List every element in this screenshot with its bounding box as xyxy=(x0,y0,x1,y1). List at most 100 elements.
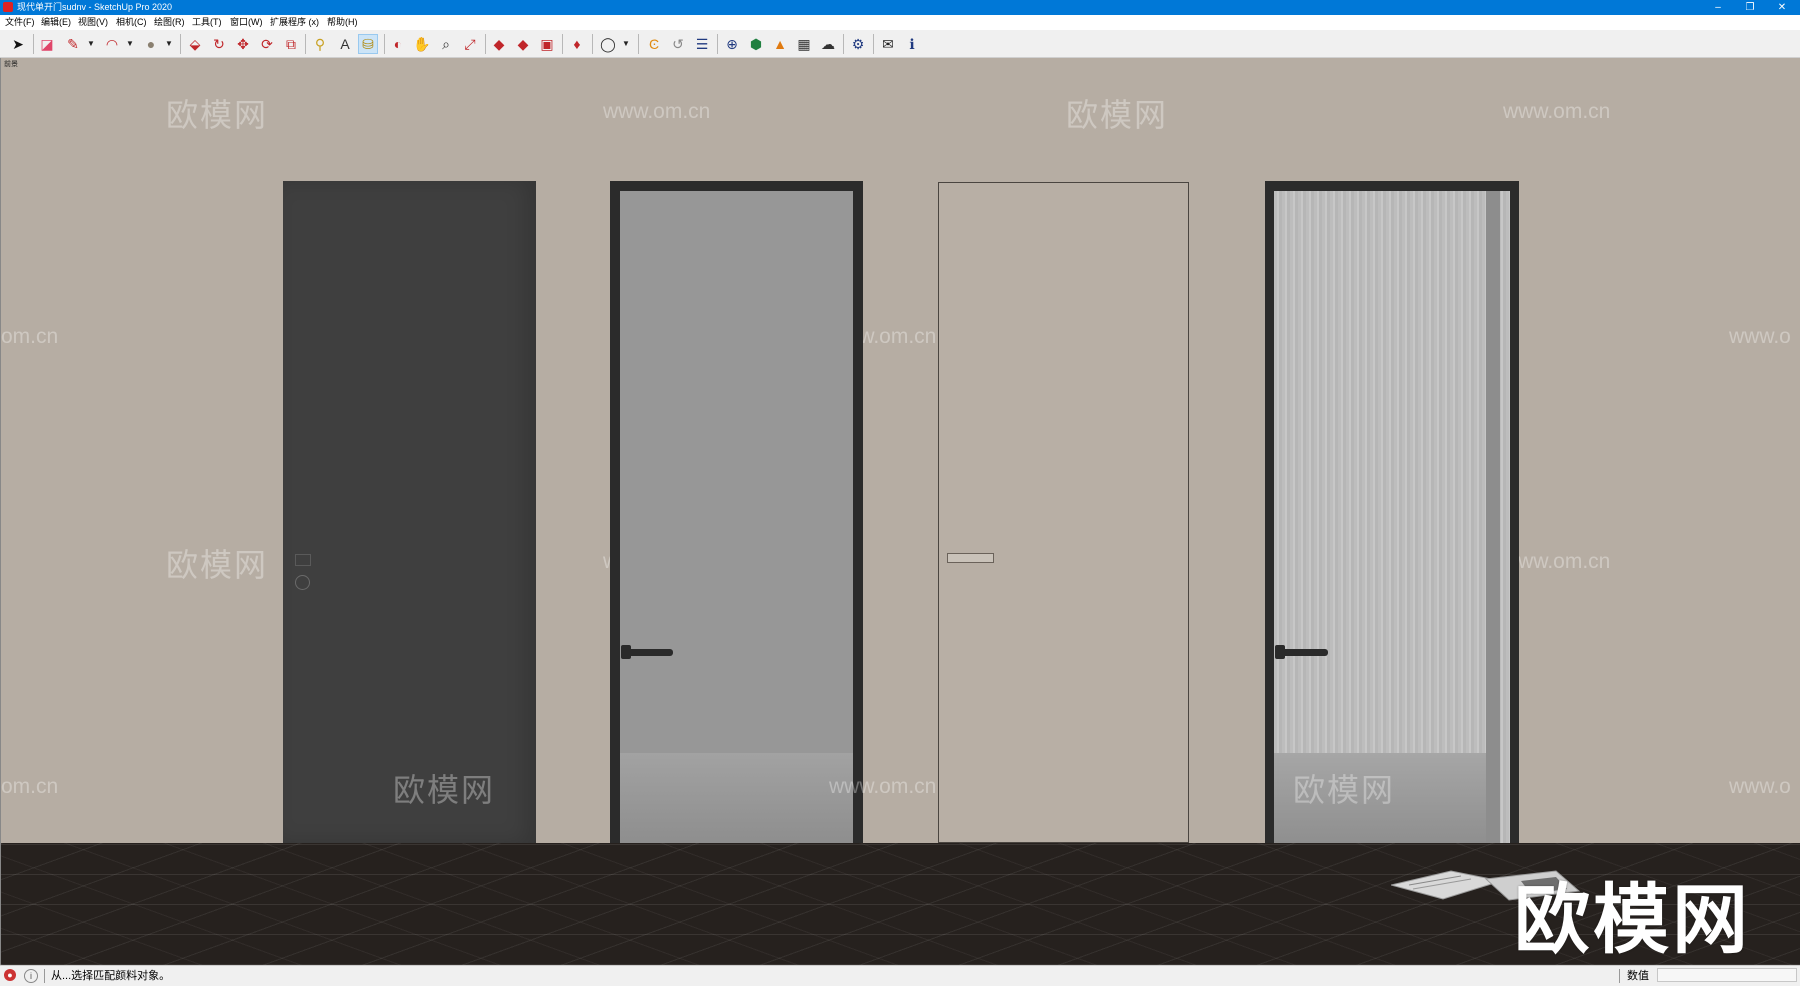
account-dropdown[interactable]: ▼ xyxy=(622,38,630,50)
door-knob xyxy=(295,575,310,590)
plugin-5-button[interactable]: ⬢ xyxy=(746,34,766,54)
plugin-6-button[interactable]: ▲ xyxy=(770,34,790,54)
door-flush-hidden[interactable] xyxy=(938,182,1189,843)
eraser-icon: ◪ xyxy=(40,36,54,52)
toolbar-separator xyxy=(384,34,385,54)
pencil-icon: ✎ xyxy=(67,36,79,52)
plugin-2-button[interactable]: ↺ xyxy=(668,34,688,54)
door-lock-plate xyxy=(947,553,994,563)
menu-file[interactable]: 文件(F) xyxy=(5,17,35,28)
toolbar-separator xyxy=(33,34,34,54)
plugin-1-button[interactable]: Ͼ xyxy=(644,34,664,54)
menu-window[interactable]: 窗口(W) xyxy=(230,17,263,28)
info-icon[interactable]: i xyxy=(24,969,38,983)
restore-button[interactable]: ❐ xyxy=(1735,0,1765,15)
zoom-extents-tool-button[interactable]: ⤢ xyxy=(460,34,480,54)
floor-reflection xyxy=(620,753,853,843)
line-tool-button[interactable]: ✎ xyxy=(63,34,83,54)
tape-measure-icon: ⚲ xyxy=(314,36,326,52)
select-tool-button[interactable]: ➤ xyxy=(8,34,28,54)
paint-bucket-tool-button[interactable]: ⛁ xyxy=(358,34,378,54)
orbit-tool-button[interactable]: ◐ xyxy=(388,34,408,54)
menu-tools[interactable]: 工具(T) xyxy=(192,17,222,28)
checker-sphere-icon: ▦ xyxy=(797,36,811,52)
plugin-11-button[interactable]: ℹ xyxy=(902,34,922,54)
circle-icon: ● xyxy=(146,36,156,52)
menu-draw[interactable]: 绘图(R) xyxy=(154,17,185,28)
warehouse-button[interactable]: ◆ xyxy=(489,34,509,54)
status-divider xyxy=(1619,969,1620,983)
plugin-4-button[interactable]: ⊕ xyxy=(722,34,742,54)
menu-help[interactable]: 帮助(H) xyxy=(327,17,358,28)
text-tool-button[interactable]: A xyxy=(335,34,355,54)
offset-icon: ↻ xyxy=(213,36,225,52)
extension-warehouse-button[interactable]: ▣ xyxy=(537,34,557,54)
watermark-url: www.o xyxy=(1729,775,1791,798)
glass-edge-shadow xyxy=(1486,191,1500,843)
watermark-url: www.om.cn xyxy=(603,100,711,123)
measurements-input[interactable] xyxy=(1657,968,1797,982)
arc-tool-dropdown[interactable]: ▼ xyxy=(126,38,134,50)
paint-bucket-icon: ⛁ xyxy=(362,36,374,52)
menu-extensions[interactable]: 扩展程序 (x) xyxy=(270,17,319,28)
layers-icon: ☰ xyxy=(695,36,709,52)
line-tool-dropdown[interactable]: ▼ xyxy=(87,38,95,50)
geo-location-icon[interactable]: ● xyxy=(4,969,16,981)
minimize-button[interactable]: – xyxy=(1703,0,1733,15)
watermark-url: www.o xyxy=(1729,325,1791,348)
menu-view[interactable]: 视图(V) xyxy=(78,17,108,28)
status-divider xyxy=(44,969,45,983)
watermark-url: www.om.cn xyxy=(829,775,937,798)
plugin-7-button[interactable]: ▦ xyxy=(794,34,814,54)
refresh-icon: ↺ xyxy=(672,36,684,52)
info-icon: ℹ xyxy=(909,36,915,52)
offset-tool-button[interactable]: ↻ xyxy=(209,34,229,54)
watermark-text: 欧模网 xyxy=(166,547,269,583)
zoom-extents-icon: ⤢ xyxy=(464,36,476,52)
plugin-8-button[interactable]: ☁ xyxy=(818,34,838,54)
envelope-icon: ✉ xyxy=(882,36,894,52)
ruby-console-button[interactable]: ♦ xyxy=(567,34,587,54)
menu-edit[interactable]: 编辑(E) xyxy=(41,17,71,28)
status-bar: ● i 从...选择匹配颜料对象。 数值 xyxy=(0,965,1800,986)
plugin-10-button[interactable]: ✉ xyxy=(878,34,898,54)
watermark-text: 欧模网 xyxy=(1066,97,1169,133)
orbit-icon: ◐ xyxy=(393,36,403,52)
arrow-pointer-icon: ➤ xyxy=(12,36,24,52)
eraser-tool-button[interactable]: ◪ xyxy=(37,34,57,54)
door-reeded-glass[interactable] xyxy=(1265,181,1519,843)
move-tool-button[interactable]: ✥ xyxy=(233,34,253,54)
cloud-upload-icon: ☁ xyxy=(821,36,835,52)
push-pull-tool-button[interactable]: ⬙ xyxy=(185,34,205,54)
model-viewport[interactable]: 前景 欧模网 www.om.cn 欧模网 www.om.cn om.cn 欧模网… xyxy=(0,58,1800,965)
shapes-tool-button[interactable]: ● xyxy=(141,34,161,54)
door-handle xyxy=(1279,649,1328,656)
tape-measure-tool-button[interactable]: ⚲ xyxy=(310,34,330,54)
plugin-3-button[interactable]: ☰ xyxy=(692,34,712,54)
menu-camera[interactable]: 相机(C) xyxy=(116,17,147,28)
toolbar-separator xyxy=(843,34,844,54)
scene-tab-label[interactable]: 前景 xyxy=(4,59,18,69)
hand-icon: ✋ xyxy=(413,36,431,52)
rotate-icon: ⟳ xyxy=(261,36,273,52)
reeded-glass-panel xyxy=(1274,191,1510,843)
close-button[interactable]: ✕ xyxy=(1767,0,1797,15)
rotate-tool-button[interactable]: ⟳ xyxy=(257,34,277,54)
arc-tool-button[interactable]: ◠ xyxy=(102,34,122,54)
door-glass-framed[interactable] xyxy=(610,181,863,843)
account-button[interactable]: ◯ xyxy=(598,34,618,54)
shapes-tool-dropdown[interactable]: ▼ xyxy=(165,38,173,50)
plugin-9-button[interactable]: ⚙ xyxy=(848,34,868,54)
cube-icon: ⬢ xyxy=(749,36,763,52)
magnifier-icon: ⌕ xyxy=(442,36,450,52)
door-dark-solid[interactable] xyxy=(283,181,536,843)
status-hint: 从...选择匹配颜料对象。 xyxy=(51,970,171,982)
zoom-tool-button[interactable]: ⌕ xyxy=(436,34,456,54)
ruby-icon: ♦ xyxy=(573,36,581,52)
pan-tool-button[interactable]: ✋ xyxy=(412,34,432,54)
toolbar-separator xyxy=(562,34,563,54)
toolbar-separator xyxy=(873,34,874,54)
push-pull-icon: ⬙ xyxy=(189,36,201,52)
scale-tool-button[interactable]: ⧉ xyxy=(281,34,301,54)
share-model-button[interactable]: ◆ xyxy=(513,34,533,54)
